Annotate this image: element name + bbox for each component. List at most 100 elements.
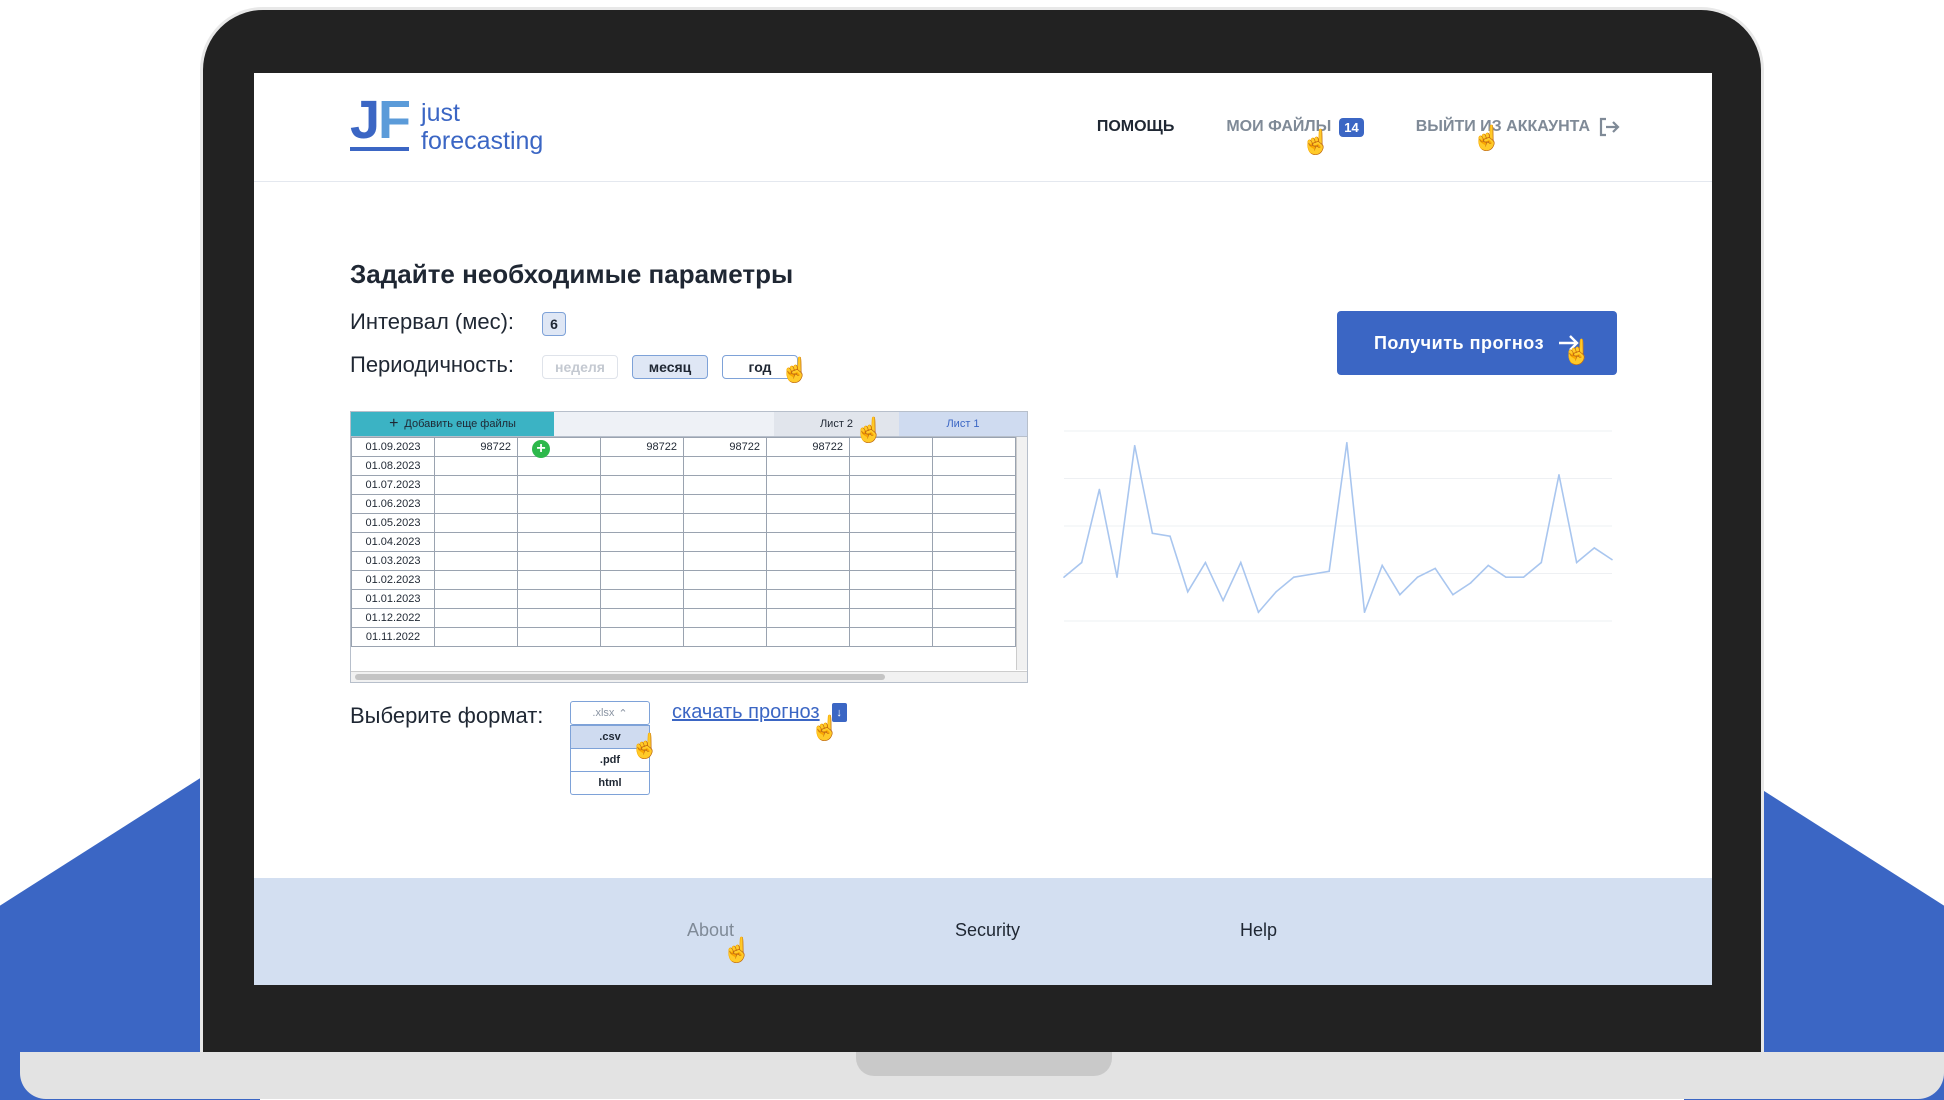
value-cell[interactable] (517, 513, 601, 533)
value-cell[interactable] (517, 608, 601, 628)
value-cell[interactable] (932, 456, 1016, 476)
value-cell[interactable] (932, 532, 1016, 552)
value-cell[interactable] (932, 589, 1016, 609)
interval-input[interactable]: 6 (542, 312, 566, 336)
value-cell[interactable] (683, 570, 767, 590)
value-cell[interactable] (434, 570, 518, 590)
value-cell[interactable] (517, 475, 601, 495)
scroll-thumb[interactable] (355, 674, 885, 680)
value-cell[interactable] (600, 608, 684, 628)
value-cell[interactable] (434, 475, 518, 495)
nav-my-files[interactable]: МОИ ФАЙЛЫ 14 (1226, 117, 1364, 137)
value-cell[interactable] (849, 627, 933, 647)
value-cell[interactable] (517, 494, 601, 514)
period-week-button[interactable]: неделя (542, 355, 618, 379)
value-cell[interactable] (849, 494, 933, 514)
value-cell[interactable] (517, 456, 601, 476)
value-cell[interactable] (434, 589, 518, 609)
value-cell[interactable]: 98722 (766, 437, 850, 457)
value-cell[interactable] (517, 627, 601, 647)
nav-logout[interactable]: ВЫЙТИ ИЗ АККАУНТА (1416, 117, 1620, 137)
value-cell[interactable] (600, 513, 684, 533)
value-cell[interactable] (517, 532, 601, 552)
value-cell[interactable] (766, 551, 850, 571)
value-cell[interactable] (517, 551, 601, 571)
value-cell[interactable] (517, 589, 601, 609)
value-cell[interactable] (600, 570, 684, 590)
horizontal-scrollbar[interactable] (351, 671, 1027, 682)
value-cell[interactable] (849, 513, 933, 533)
value-cell[interactable] (766, 456, 850, 476)
value-cell[interactable] (932, 475, 1016, 495)
value-cell[interactable] (600, 551, 684, 571)
add-column-icon[interactable]: + (532, 440, 550, 458)
value-cell[interactable]: 98722 (683, 437, 767, 457)
date-cell[interactable]: 01.09.2023 (351, 437, 435, 457)
value-cell[interactable] (683, 475, 767, 495)
value-cell[interactable] (434, 551, 518, 571)
value-cell[interactable] (766, 494, 850, 514)
date-cell[interactable]: 01.01.2023 (351, 589, 435, 609)
value-cell[interactable] (600, 494, 684, 514)
value-cell[interactable] (849, 570, 933, 590)
date-cell[interactable]: 01.02.2023 (351, 570, 435, 590)
value-cell[interactable] (683, 627, 767, 647)
value-cell[interactable] (849, 532, 933, 552)
value-cell[interactable] (434, 494, 518, 514)
value-cell[interactable] (766, 513, 850, 533)
value-cell[interactable] (766, 570, 850, 590)
value-cell[interactable] (683, 532, 767, 552)
value-cell[interactable] (683, 551, 767, 571)
value-cell[interactable]: 98722 (600, 437, 684, 457)
value-cell[interactable] (517, 570, 601, 590)
value-cell[interactable] (932, 437, 1016, 457)
date-cell[interactable]: 01.06.2023 (351, 494, 435, 514)
spreadsheet[interactable]: + Добавить еще файлы Лист 2 Лист 1 01.09… (350, 411, 1028, 683)
date-cell[interactable]: 01.11.2022 (351, 627, 435, 647)
value-cell[interactable] (683, 456, 767, 476)
value-cell[interactable] (932, 627, 1016, 647)
value-cell[interactable] (434, 608, 518, 628)
value-cell[interactable] (766, 475, 850, 495)
value-cell[interactable] (600, 456, 684, 476)
value-cell[interactable] (766, 532, 850, 552)
value-cell[interactable] (932, 551, 1016, 571)
value-cell[interactable] (683, 608, 767, 628)
value-cell[interactable] (434, 513, 518, 533)
date-cell[interactable]: 01.05.2023 (351, 513, 435, 533)
value-cell[interactable] (766, 627, 850, 647)
footer-help-link[interactable]: Help (1240, 920, 1277, 941)
value-cell[interactable] (932, 513, 1016, 533)
value-cell[interactable] (849, 475, 933, 495)
value-cell[interactable] (849, 551, 933, 571)
footer-security-link[interactable]: Security (955, 920, 1020, 941)
add-files-button[interactable]: + Добавить еще файлы (351, 412, 554, 436)
value-cell[interactable] (932, 570, 1016, 590)
date-cell[interactable]: 01.08.2023 (351, 456, 435, 476)
nav-help[interactable]: ПОМОЩЬ (1097, 118, 1175, 136)
value-cell[interactable] (766, 608, 850, 628)
date-cell[interactable]: 01.07.2023 (351, 475, 435, 495)
format-select-head[interactable]: .xlsx ⌃ (570, 701, 650, 725)
date-cell[interactable]: 01.04.2023 (351, 532, 435, 552)
value-cell[interactable] (849, 589, 933, 609)
tab-sheet-1[interactable]: Лист 1 (899, 412, 1027, 436)
date-cell[interactable]: 01.03.2023 (351, 551, 435, 571)
value-cell[interactable] (932, 494, 1016, 514)
logo[interactable]: JF just forecasting (350, 93, 543, 155)
value-cell[interactable] (932, 608, 1016, 628)
value-cell[interactable] (849, 608, 933, 628)
value-cell[interactable] (849, 456, 933, 476)
vertical-scrollbar[interactable] (1016, 437, 1027, 670)
value-cell[interactable] (600, 589, 684, 609)
value-cell[interactable] (434, 627, 518, 647)
value-cell[interactable] (434, 456, 518, 476)
value-cell[interactable] (600, 532, 684, 552)
value-cell[interactable] (683, 494, 767, 514)
value-cell[interactable] (683, 513, 767, 533)
value-cell[interactable]: 98722 (434, 437, 518, 457)
period-month-button[interactable]: месяц (632, 355, 708, 379)
value-cell[interactable] (683, 589, 767, 609)
value-cell[interactable] (517, 437, 601, 457)
value-cell[interactable] (434, 532, 518, 552)
